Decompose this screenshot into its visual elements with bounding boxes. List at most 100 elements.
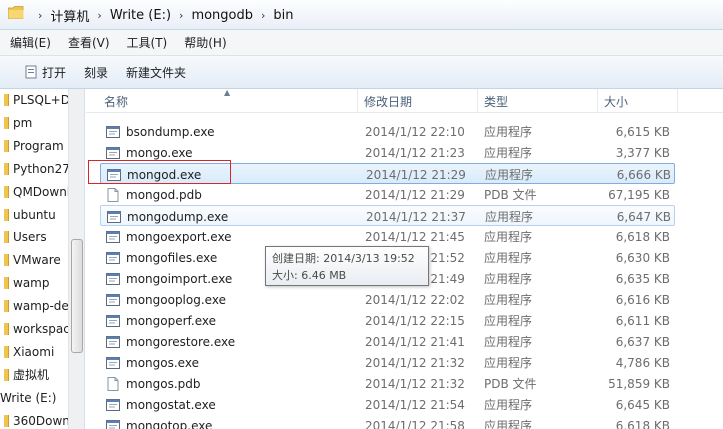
file-row[interactable]: mongooplog.exe 2014/1/12 22:02 应用程序 6,616 K…: [100, 289, 675, 310]
exe-icon: [106, 335, 120, 348]
nav-item-label: wamp: [13, 276, 50, 291]
menu-tools[interactable]: 工具(T): [117, 34, 175, 51]
file-row[interactable]: bsondump.exe 2014/1/12 22:10 应用程序 6,615 KB: [100, 121, 675, 142]
file-size: 6,618 KB: [615, 418, 670, 429]
file-size: 67,195 KB: [608, 187, 670, 202]
folder-icon: [4, 300, 9, 313]
file-row[interactable]: mongorestore.exe 2014/1/12 21:41 应用程序 6,637…: [100, 331, 675, 352]
file-date: 2014/1/12 22:02: [365, 292, 465, 307]
column-header: 名称 ▲ 修改日期 类型 大小: [86, 89, 723, 113]
nav-item[interactable]: ubuntu: [4, 204, 72, 226]
file-type: 应用程序: [484, 251, 533, 265]
file-type: 应用程序: [485, 210, 534, 224]
pdb-icon: [107, 187, 119, 202]
nav-item[interactable]: workspace: [4, 318, 72, 340]
file-date: 2014/1/12 22:10: [365, 124, 465, 139]
nav-item[interactable]: Users: [4, 226, 72, 248]
file-size: 6,645 KB: [615, 397, 670, 412]
file-size: 4,786 KB: [615, 355, 670, 370]
breadcrumb-separator: ›: [261, 8, 266, 22]
breadcrumb-computer[interactable]: 计算机: [50, 6, 89, 25]
file-date: 2014/1/12 21:58: [365, 418, 465, 429]
column-type[interactable]: 类型: [478, 89, 598, 113]
file-date: 2014/1/12 21:23: [365, 145, 465, 160]
nav-item[interactable]: Python27: [4, 158, 72, 180]
nav-item[interactable]: Xiaomi: [4, 341, 72, 363]
breadcrumb-drive[interactable]: Write (E:): [110, 8, 171, 23]
file-size: 6,637 KB: [615, 334, 670, 349]
nav-item[interactable]: Program F: [4, 135, 72, 157]
file-name-cell: mongooplog.exe: [105, 289, 365, 310]
file-row[interactable]: mongos.pdb 2014/1/12 21:32 PDB 文件 51,859 KB: [100, 373, 675, 394]
exe-icon: [107, 168, 121, 181]
menu-edit[interactable]: 编辑(E): [0, 34, 58, 51]
nav-scrollbar-thumb[interactable]: [71, 239, 83, 353]
file-date: 2014/1/12 22:15: [365, 313, 465, 328]
file-date: 2014/1/12 21:32: [365, 355, 465, 370]
exe-icon: [106, 251, 120, 264]
file-size: 6,618 KB: [615, 229, 670, 244]
nav-scrollbar[interactable]: [68, 89, 84, 429]
file-date: 2014/1/12 21:41: [365, 334, 465, 349]
column-date-label: 修改日期: [364, 94, 413, 109]
file-row[interactable]: mongostat.exe 2014/1/12 21:54 应用程序 6,645 KB: [100, 394, 675, 415]
open-button[interactable]: 打开: [0, 56, 75, 89]
nav-item[interactable]: 360Downl: [4, 410, 72, 429]
folder-icon: [4, 208, 9, 221]
file-row[interactable]: mongos.exe 2014/1/12 21:32 应用程序 4,786 KB: [100, 352, 675, 373]
folder-icon: [4, 414, 9, 427]
file-size: 6,611 KB: [615, 313, 670, 328]
file-row[interactable]: mongod.pdb 2014/1/12 21:29 PDB 文件 67,195 KB: [100, 184, 675, 205]
nav-item[interactable]: QMDownl: [4, 181, 72, 203]
folder-icon: [4, 277, 9, 290]
file-size: 6,666 KB: [616, 167, 671, 182]
file-row[interactable]: mongo.exe 2014/1/12 21:23 应用程序 3,377 KB: [100, 142, 675, 163]
nav-item-label: PLSQL+De: [13, 93, 72, 107]
nav-item-label: Xiaomi: [13, 344, 55, 359]
file-name: bsondump.exe: [126, 124, 215, 139]
file-row[interactable]: mongodump.exe 2014/1/12 21:37 应用程序 6,647 KB: [100, 205, 675, 226]
folder-icon: [4, 323, 9, 335]
file-name: mongoperf.exe: [126, 313, 216, 328]
file-name: mongos.exe: [126, 355, 199, 370]
folder-icon: [4, 231, 9, 244]
breadcrumb-bin[interactable]: bin: [273, 8, 293, 23]
file-type: PDB 文件: [484, 188, 537, 202]
column-size[interactable]: 大小: [598, 89, 678, 113]
file-row[interactable]: mongod.exe 2014/1/12 21:29 应用程序 6,666 KB: [100, 163, 675, 184]
file-size: 6,616 KB: [615, 292, 670, 307]
breadcrumb-mongodb[interactable]: mongodb: [191, 8, 253, 23]
file-name-cell: mongodump.exe: [106, 206, 366, 227]
address-bar[interactable]: › 计算机 › Write (E:) › mongodb › bin: [0, 0, 723, 30]
folder-icon: [8, 6, 24, 19]
nav-item-label: 虚拟机: [13, 368, 50, 383]
exe-icon: [106, 125, 120, 138]
nav-item[interactable]: wamp-def: [4, 295, 72, 317]
file-date: 2014/1/12 21:54: [365, 397, 465, 412]
tooltip-created: 创建日期: 2014/3/13 19:52: [272, 252, 415, 265]
nav-item[interactable]: pm: [4, 112, 72, 134]
file-name-cell: mongos.pdb: [105, 373, 365, 394]
burn-button[interactable]: 刻录: [75, 56, 117, 89]
menu-view[interactable]: 查看(V): [58, 34, 117, 51]
file-type: 应用程序: [484, 293, 533, 307]
folder-icon: [4, 116, 9, 129]
nav-item[interactable]: 虚拟机: [4, 364, 72, 386]
file-date: 2014/1/12 21:45: [365, 229, 465, 244]
new-folder-button[interactable]: 新建文件夹: [117, 56, 195, 89]
file-type: PDB 文件: [484, 377, 537, 391]
column-date[interactable]: 修改日期: [358, 89, 478, 113]
breadcrumb-separator: ›: [97, 8, 102, 22]
file-name-cell: mongostat.exe: [105, 394, 365, 415]
file-name: mongoimport.exe: [126, 271, 233, 286]
file-row[interactable]: mongotop.exe 2014/1/12 21:58 应用程序 6,618 KB: [100, 415, 675, 429]
file-row[interactable]: mongoexport.exe 2014/1/12 21:45 应用程序 6,618 …: [100, 226, 675, 247]
nav-item[interactable]: VMware: [4, 249, 72, 271]
nav-item[interactable]: wamp: [4, 272, 72, 294]
nav-item-drive[interactable]: Write (E:): [0, 387, 68, 409]
nav-item-label: workspace: [13, 322, 72, 336]
nav-item[interactable]: PLSQL+De: [4, 89, 72, 111]
nav-item-label: Python27: [13, 161, 70, 176]
menu-help[interactable]: 帮助(H): [174, 34, 233, 51]
file-row[interactable]: mongoperf.exe 2014/1/12 22:15 应用程序 6,611 KB: [100, 310, 675, 331]
